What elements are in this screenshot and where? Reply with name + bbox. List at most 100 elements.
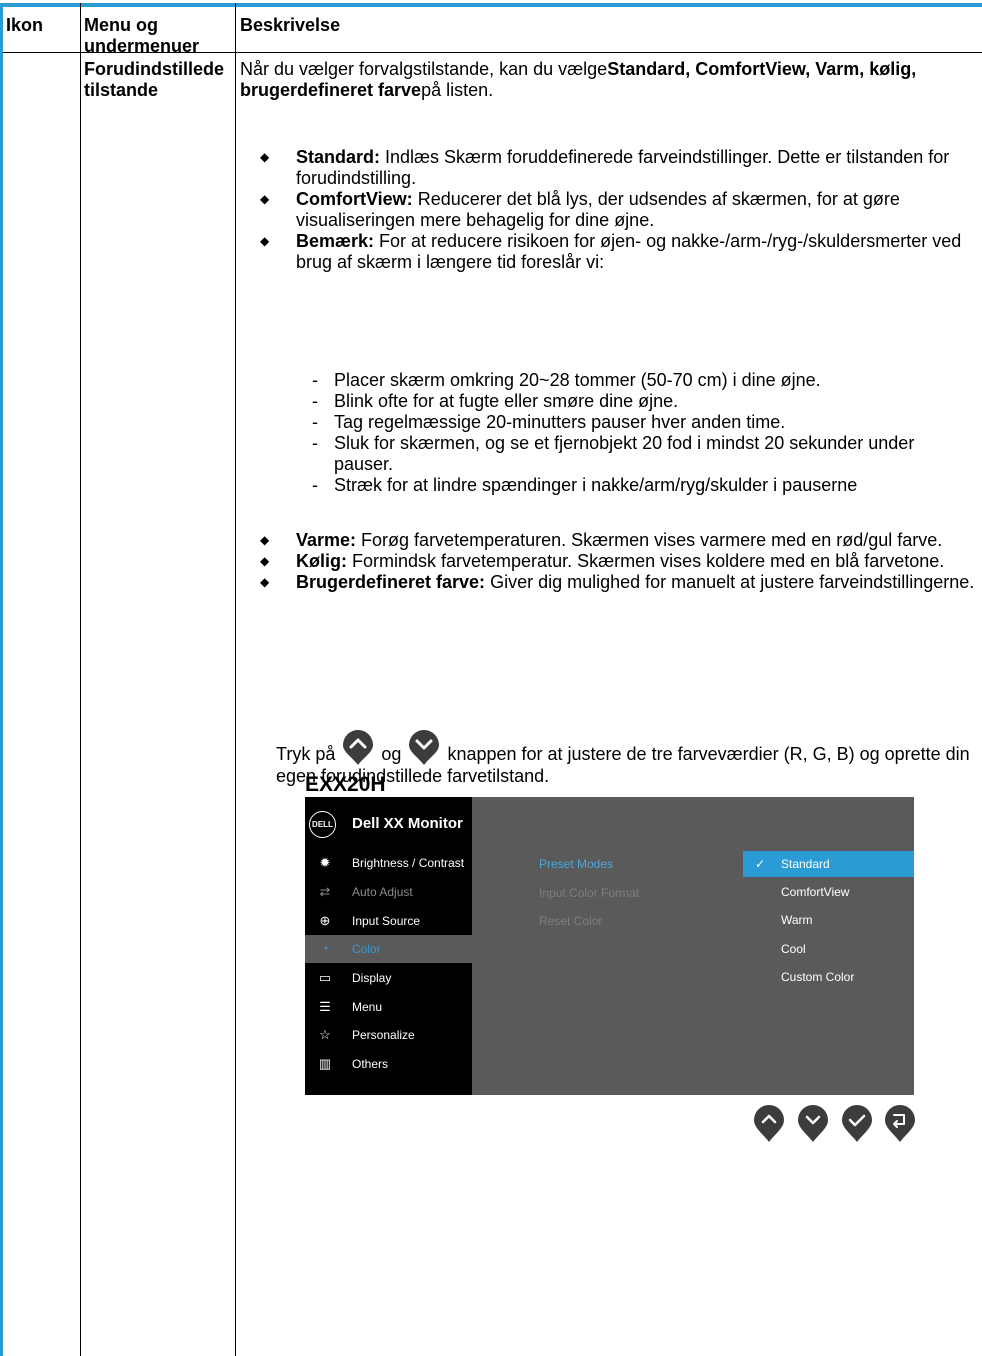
osd-item-display: ▭ Display [305,964,472,992]
tip-text: Stræk for at lindre spændinger i nakke/a… [334,475,858,495]
bullet-item: ◆ Kølig: Formindsk farvetemperatur. Skærm… [260,551,975,572]
bullet-text: Indlæs Skærm foruddefinerede farveindsti… [296,147,950,188]
back-button-icon [885,1105,915,1142]
osd-option-custom-color: Custom Color [743,964,914,990]
tip-text: Placer skærm omkring 20~28 tommer (50-70… [334,370,821,390]
tip-text: Tag regelmæssige 20-minutters pauser hve… [334,412,786,432]
column-divider-2 [235,3,236,1356]
bullet-text: For at reducere risikoen for øjen- og na… [296,231,962,272]
bullet-text: Giver dig mulighed for manuelt at juster… [485,572,975,592]
osd-item-auto-adjust: ⇄ Auto Adjust [305,878,472,906]
tip-item: - Sluk for skærmen, og se et fjernobjekt … [260,433,975,475]
osd-option-comfortview: ComfortView [743,879,914,905]
osd-option-label: Warm [781,913,813,927]
diamond-bullet-icon: ◆ [260,192,270,206]
color-icon: ◔ [321,941,329,956]
diamond-bullet-icon: ◆ [260,554,270,568]
down-button-icon [798,1105,828,1142]
intro-text-2: på listen. [421,80,494,100]
osd-menu-screenshot: DELL Dell XX Monitor ✹ Brightness / Contr… [305,797,914,1095]
osd-item-color: ◔ Color [305,935,472,963]
osd-sidebar: DELL Dell XX Monitor ✹ Brightness / Contr… [305,797,472,1095]
header-ikon: Ikon [6,15,44,35]
table-left-border [0,3,3,1356]
display-icon: ▭ [318,970,332,985]
bullet-term: Kølig: [296,551,347,571]
osd-option-warm: Warm [743,907,914,933]
tip-text: Blink ofte for at fugte eller smøre dine… [334,391,679,411]
tip-item: - Stræk for at lindre spændinger i nakke/… [260,475,975,496]
bullet-term: Brugerdefineret farve: [296,572,486,592]
menu-cell-preset-modes: Forudindstillede tilstande [84,59,225,100]
bullet-item: ◆ Standard: Indlæs Skærm foruddefinerede … [260,147,975,189]
table-top-border [0,3,982,7]
osd-option-standard: ✓ Standard [743,851,914,877]
osd-sub-preset-modes: Preset Modes [539,857,614,871]
osd-item-label: Brightness / Contrast [352,856,465,870]
tryk-text-2: og [381,744,402,764]
up-button-icon [343,730,374,765]
dash-bullet: - [312,433,318,453]
bullet-list-a: ◆ Standard: Indlæs Skærm foruddefinerede … [260,147,975,273]
osd-item-label: Personalize [352,1028,415,1042]
diamond-bullet-icon: ◆ [260,150,270,164]
osd-item-brightness-contrast: ✹ Brightness / Contrast [305,849,472,877]
intro-text-1: Når du vælger forvalgstilstande, kan du … [240,59,608,79]
osd-option-label: Cool [781,942,806,956]
osd-option-label: Custom Color [781,970,855,984]
osd-option-label: Standard [781,857,830,871]
down-button-icon [409,730,440,765]
tip-item: - Blink ofte for at fugte eller smøre din… [260,391,975,412]
osd-option-label: ComfortView [781,885,850,899]
menu-icon: ☰ [319,999,331,1014]
osd-item-input-source: ⊕ Input Source [305,907,472,935]
bullet-list-b: ◆ Varme: Forøg farvetemperaturen. Skærmen… [260,530,975,593]
brightness-icon: ✹ [319,855,331,870]
osd-item-personalize: ☆ Personalize [305,1021,472,1049]
model-name: EXX20H [305,773,386,796]
osd-option-cool: Cool [743,936,914,962]
check-icon: ✓ [755,857,766,871]
column-divider-1 [80,3,81,1356]
tips-list: - Placer skærm omkring 20~28 tommer (50-7… [260,370,975,496]
bullet-text: Formindsk farvetemperatur. Skærmen vises… [347,551,945,571]
dash-bullet: - [312,475,318,495]
header-beskrivelse: Beskrivelse [240,15,341,35]
osd-sub-input-color-format: Input Color Format [539,886,640,900]
tip-item: - Placer skærm omkring 20~28 tommer (50-7… [260,370,975,391]
osd-title: Dell XX Monitor [352,815,463,832]
bullet-item: ◆ Brugerdefineret farve: Giver dig muligh… [260,572,975,593]
bullet-item: ◆ Bemærk: For at reducere risikoen for øj… [260,231,975,273]
personalize-icon: ☆ [319,1027,331,1042]
bullet-term: Varme: [296,530,357,550]
diamond-bullet-icon: ◆ [260,533,270,547]
osd-sub-reset-color: Reset Color [539,914,603,928]
dash-bullet: - [312,370,318,390]
diamond-bullet-icon: ◆ [260,234,270,248]
osd-item-label: Menu [352,1000,383,1014]
auto-adjust-icon: ⇄ [319,884,331,899]
input-source-icon: ⊕ [319,913,331,928]
osd-nav-buttons [752,1103,917,1143]
osd-item-label: Input Source [352,914,421,928]
bullet-item: ◆ ComfortView: Reducerer det blå lys, der… [260,189,975,231]
header-menu: Menu og undermenuer [84,15,200,56]
diamond-bullet-icon: ◆ [260,575,270,589]
osd-item-label: Auto Adjust [352,885,413,899]
others-icon: ▥ [318,1056,332,1071]
tryk-text-1: Tryk på [276,744,336,764]
dell-logo: DELL [309,811,336,838]
description-intro: Når du vælger forvalgstilstande, kan du … [240,59,975,101]
osd-item-label: Color [352,942,381,956]
dash-bullet: - [312,412,318,432]
tip-text: Sluk for skærmen, og se et fjernobjekt 2… [334,433,915,474]
osd-item-label: Others [352,1057,389,1071]
osd-item-menu: ☰ Menu [305,993,472,1021]
tip-item: - Tag regelmæssige 20-minutters pauser hv… [260,412,975,433]
bullet-term: ComfortView: [296,189,413,209]
dash-bullet: - [312,391,318,411]
check-button-icon [842,1105,872,1142]
bullet-text: Forøg farvetemperaturen. Skærmen vises v… [356,530,943,550]
osd-item-label: Display [352,971,392,985]
osd-item-others: ▥ Others [305,1050,472,1078]
